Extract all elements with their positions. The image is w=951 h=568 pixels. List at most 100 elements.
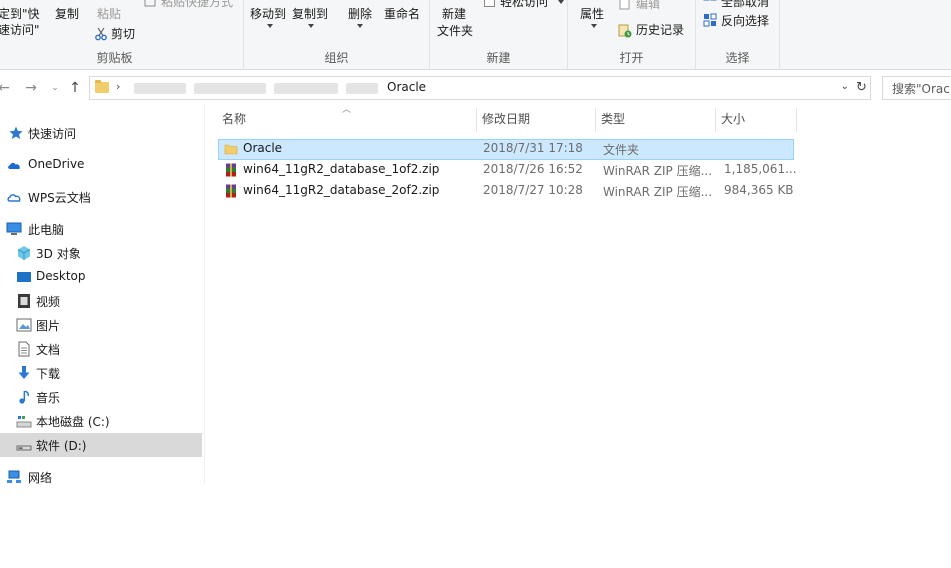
folder-icon — [224, 144, 238, 155]
file-size: 984,365 KB — [724, 183, 794, 197]
delete-button[interactable]: 删除 — [348, 6, 372, 22]
nav-item-label: OneDrive — [28, 157, 85, 171]
file-name: win64_11gR2_database_1of2.zip — [243, 162, 440, 176]
nav-item-documents[interactable]: 文档 — [0, 337, 202, 361]
column-header-name-label: 名称 — [222, 112, 247, 126]
nav-item-label: 快速访问 — [28, 127, 77, 141]
nav-item-local-disk-c[interactable]: 本地磁盘 (C:) — [0, 409, 202, 433]
up-arrow-icon[interactable]: ↑ — [67, 78, 83, 98]
paste-shortcut-icon — [144, 0, 156, 7]
nav-item-music[interactable]: 音乐 — [0, 385, 202, 409]
column-header-size[interactable]: 大小 — [717, 108, 797, 132]
file-name: Oracle — [243, 141, 283, 155]
column-header-name[interactable]: 名称 — [218, 108, 477, 132]
file-row[interactable]: win64_11gR2_database_1of2.zip 2018/7/26 … — [218, 160, 797, 181]
column-header-date[interactable]: 修改日期 — [478, 108, 596, 132]
file-row[interactable]: win64_11gR2_database_2of2.zip 2018/7/27 … — [218, 181, 794, 202]
column-header-date-label: 修改日期 — [482, 112, 531, 126]
pin-label-line2: 速访问" — [0, 23, 40, 37]
nav-item-label: 本地磁盘 (C:) — [36, 415, 110, 429]
cloud-outline-icon — [7, 194, 21, 202]
forward-arrow-icon[interactable]: → — [23, 78, 39, 98]
properties-dropdown-icon — [591, 24, 597, 28]
paste-shortcut-button[interactable]: 粘贴快捷方式 — [161, 0, 233, 10]
nav-item-label: 下载 — [36, 367, 61, 381]
file-date: 2018/7/31 17:18 — [483, 141, 583, 155]
redacted-path-segment — [194, 83, 266, 94]
winrar-icon — [226, 184, 236, 198]
nav-item-network[interactable]: 网络 — [0, 465, 202, 489]
breadcrumb-separator-icon[interactable]: › — [116, 80, 120, 93]
music-icon — [19, 390, 29, 404]
clipboard-group: 定到"快 速访问" 复制 粘贴 粘贴快捷方式 剪切 剪贴板 — [0, 0, 244, 70]
rename-button[interactable]: 重命名 — [384, 6, 420, 22]
refresh-icon[interactable]: ↻ — [853, 76, 871, 100]
nav-item-label: 网络 — [28, 471, 53, 485]
file-list: ︿ 名称 修改日期 类型 大小 Oracle 2018/7/31 17:18 文… — [218, 104, 951, 568]
navigation-pane: 快速访问 OneDrive WPS云文档 此电脑 3D 对象 Desktop 视… — [0, 110, 202, 490]
nav-item-pictures[interactable]: 图片 — [0, 313, 202, 337]
new-group-label: 新建 — [486, 51, 511, 65]
column-header-type[interactable]: 类型 — [597, 108, 716, 132]
nav-item-label: Desktop — [36, 269, 86, 283]
video-icon — [18, 294, 30, 308]
file-type: WinRAR ZIP 压缩... — [603, 185, 713, 199]
open-group: 属性 编辑 历史记录 打开 — [568, 0, 696, 70]
history-button[interactable]: 历史记录 — [636, 22, 684, 38]
search-box[interactable]: 搜索"Oracle" — [882, 76, 951, 100]
nav-item-downloads[interactable]: 下载 — [0, 361, 202, 385]
pin-quick-access-button[interactable]: 定到"快 — [0, 6, 40, 22]
pane-divider[interactable] — [204, 104, 205, 484]
nav-item-videos[interactable]: 视频 — [0, 289, 202, 313]
delete-dropdown-icon — [357, 24, 363, 28]
edit-button[interactable]: 编辑 — [636, 0, 660, 12]
select-none-button[interactable]: 全部取消 — [721, 0, 769, 10]
select-group-label: 选择 — [725, 51, 750, 65]
nav-item-label: 此电脑 — [28, 223, 65, 237]
breadcrumb-current-folder[interactable]: Oracle — [387, 80, 426, 94]
move-to-button[interactable]: 移动到 — [250, 6, 286, 22]
computer-icon — [6, 222, 22, 235]
cut-button[interactable]: 剪切 — [111, 26, 135, 42]
organize-group-label: 组织 — [324, 51, 349, 65]
nav-item-software-d[interactable]: 软件 (D:) — [0, 433, 202, 457]
file-row[interactable]: Oracle 2018/7/31 17:18 文件夹 — [218, 139, 794, 160]
file-date: 2018/7/27 10:28 — [483, 183, 583, 197]
nav-item-this-pc[interactable]: 此电脑 — [0, 217, 202, 241]
invert-selection-button[interactable]: 反向选择 — [721, 13, 769, 29]
address-history-dropdown-icon[interactable]: ⌄ — [841, 81, 849, 92]
easy-access-button[interactable]: 轻松访问 — [500, 0, 548, 10]
desktop-icon — [17, 272, 31, 282]
new-folder-button[interactable]: 新建 — [442, 6, 466, 22]
recent-locations-chevron-icon[interactable]: ⌄ — [47, 78, 63, 98]
search-placeholder: 搜索"Oracle" — [892, 82, 951, 96]
copy-button[interactable]: 复制 — [55, 6, 79, 22]
edit-icon — [619, 0, 630, 10]
clipboard-group-label: 剪贴板 — [96, 51, 133, 65]
easy-access-checkbox-icon — [484, 0, 495, 7]
nav-item-onedrive[interactable]: OneDrive — [0, 153, 202, 177]
star-icon — [9, 126, 23, 140]
scissors-icon — [95, 27, 107, 41]
address-folder-icon — [95, 80, 109, 93]
document-icon — [18, 341, 30, 357]
nav-item-label: 3D 对象 — [36, 247, 81, 261]
nav-item-label: 音乐 — [36, 391, 61, 405]
nav-item-3d-objects[interactable]: 3D 对象 — [0, 241, 202, 265]
cube-icon — [17, 246, 31, 260]
select-none-icon — [703, 0, 717, 1]
address-bar[interactable]: › Oracle ⌄ — [89, 76, 854, 100]
redacted-path-segment — [346, 83, 378, 94]
properties-button[interactable]: 属性 — [580, 6, 604, 22]
back-arrow-icon[interactable]: ← — [0, 78, 12, 98]
paste-button[interactable]: 粘贴 — [97, 6, 121, 22]
column-header-type-label: 类型 — [601, 112, 626, 126]
nav-item-label: 文档 — [36, 343, 61, 357]
picture-icon — [16, 318, 32, 332]
nav-item-desktop[interactable]: Desktop — [0, 265, 202, 289]
copy-to-button[interactable]: 复制到 — [292, 6, 328, 22]
nav-item-wps-cloud[interactable]: WPS云文档 — [0, 185, 202, 209]
nav-item-quick-access[interactable]: 快速访问 — [0, 121, 202, 145]
column-header-size-label: 大小 — [721, 112, 746, 126]
nav-item-label: 视频 — [36, 295, 61, 309]
